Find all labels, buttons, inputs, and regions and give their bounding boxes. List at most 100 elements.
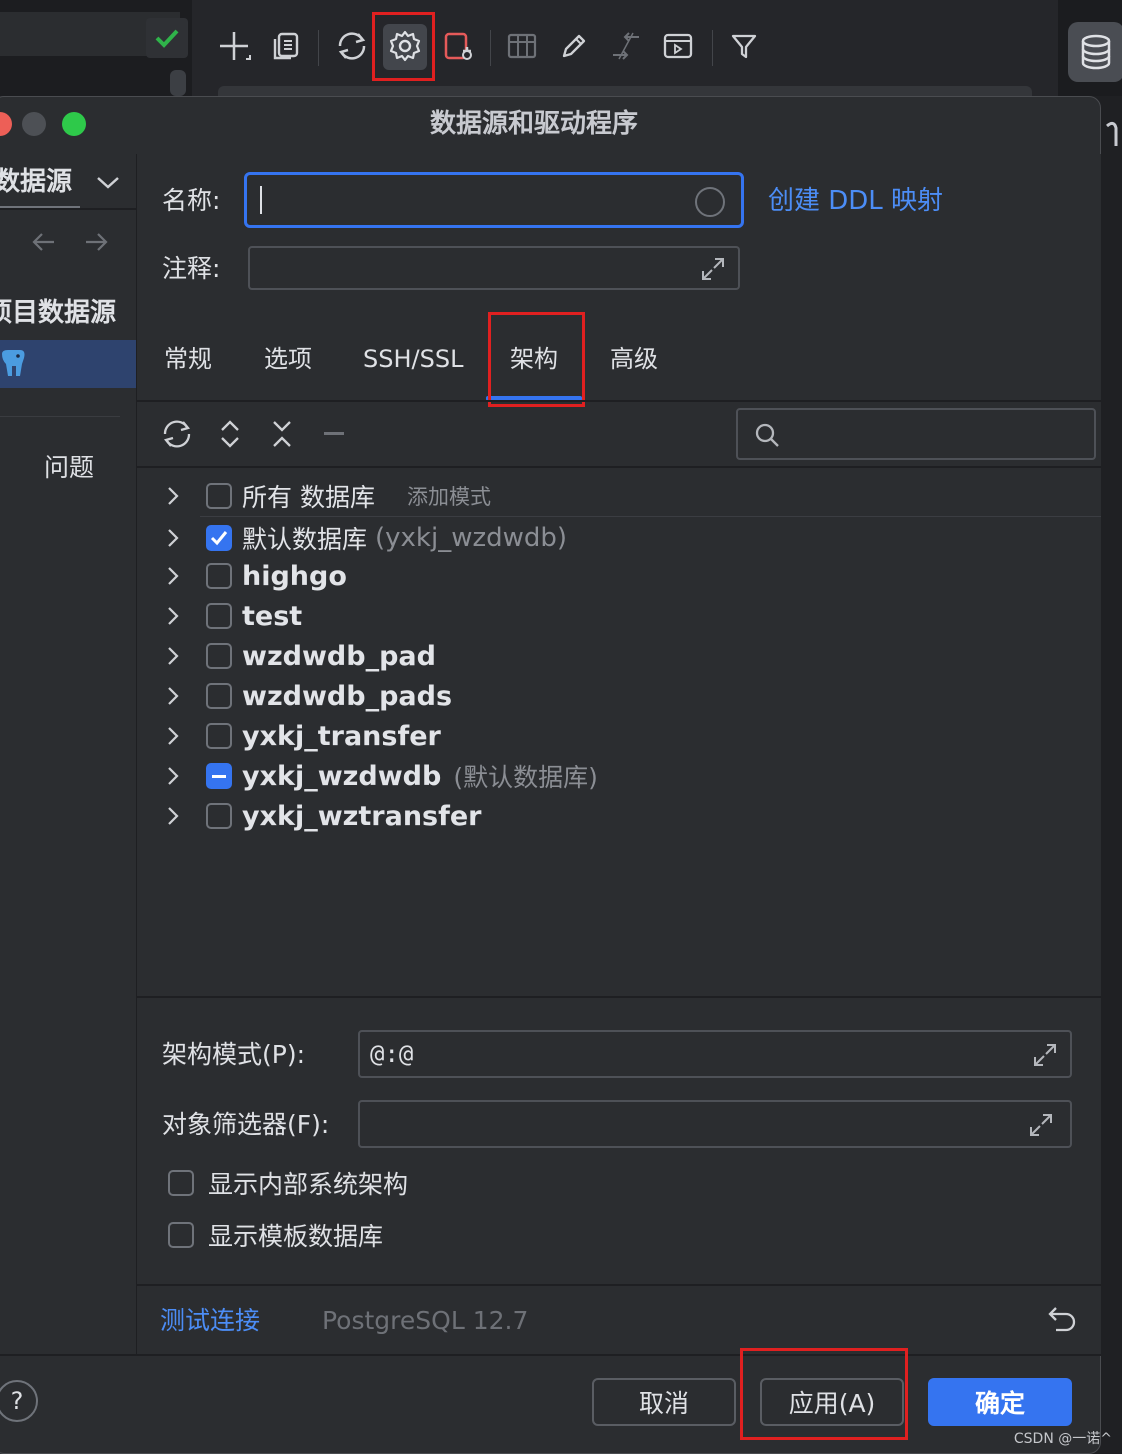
schema-name: yxkj_wztransfer <box>242 800 482 832</box>
editor-tab-strip <box>218 86 1032 96</box>
cancel-button[interactable]: 取消 <box>592 1378 736 1426</box>
create-ddl-mapping-link[interactable]: 创建 DDL 映射 <box>768 184 943 218</box>
expand-icon[interactable] <box>1028 1112 1054 1142</box>
comment-label: 注释: <box>162 254 221 283</box>
hook-icon <box>1104 120 1122 148</box>
schema-checkbox[interactable] <box>206 563 232 589</box>
schema-search-input[interactable] <box>736 408 1096 460</box>
show-internal-schemas-checkbox[interactable] <box>168 1170 194 1196</box>
schema-tree-row[interactable]: highgo <box>160 556 347 596</box>
tab-general[interactable]: 常规 <box>164 342 212 376</box>
text-cursor <box>260 186 262 214</box>
schema-tree-row[interactable]: yxkj_wztransfer <box>160 796 482 836</box>
expand-icon[interactable] <box>1032 1042 1058 1072</box>
chevron-right-icon[interactable] <box>160 723 186 749</box>
toolbar-separator <box>712 30 713 66</box>
postgresql-elephant-icon <box>0 348 28 382</box>
schema-tree-row[interactable]: 默认数据库 (yxkj_wzdwdb) <box>160 518 567 558</box>
chevron-right-icon[interactable] <box>160 803 186 829</box>
tree-header-divider <box>200 516 1101 517</box>
schema-pattern-input[interactable]: @:@ <box>358 1030 1072 1078</box>
schema-hint: 添加模式 <box>406 485 491 509</box>
color-circle-icon[interactable] <box>695 187 725 217</box>
test-connection-link[interactable]: 测试连接 <box>160 1304 260 1338</box>
chevron-right-icon[interactable] <box>160 525 186 551</box>
schema-name: wzdwdb_pad <box>242 640 436 672</box>
chevron-right-icon[interactable] <box>160 643 186 669</box>
console-icon[interactable] <box>658 26 698 66</box>
chevron-right-icon[interactable] <box>160 483 186 509</box>
schema-checkbox[interactable] <box>206 723 232 749</box>
schema-name: highgo <box>242 560 347 592</box>
commit-check-icon[interactable] <box>146 18 188 58</box>
table-icon <box>502 26 542 66</box>
schema-tree-row[interactable]: wzdwdb_pad <box>160 636 436 676</box>
name-label: 名称: <box>162 186 221 215</box>
chevron-right-icon[interactable] <box>160 603 186 629</box>
schema-checkbox[interactable] <box>206 683 232 709</box>
tab-advanced[interactable]: 高级 <box>610 342 658 376</box>
show-template-databases-checkbox[interactable] <box>168 1222 194 1248</box>
back-arrow-icon[interactable] <box>30 228 58 260</box>
schema-name: 默认数据库 <box>242 525 368 554</box>
schema-name: test <box>242 600 303 632</box>
driver-version: PostgreSQL 12.7 <box>322 1306 529 1335</box>
filter-icon[interactable] <box>724 26 764 66</box>
ok-button[interactable]: 确定 <box>928 1378 1072 1426</box>
schema-checkbox[interactable] <box>206 483 232 509</box>
add-icon[interactable] <box>214 26 254 66</box>
chevron-right-icon[interactable] <box>160 763 186 789</box>
object-filter-label: 对象筛选器(F): <box>162 1110 330 1139</box>
highlight-box-schemas-tab <box>488 312 585 407</box>
expand-all-icon[interactable] <box>216 418 244 454</box>
remove-icon <box>324 432 344 435</box>
schema-name: yxkj_transfer <box>242 720 441 752</box>
comment-input[interactable] <box>248 246 740 290</box>
sidebar-item-problems[interactable]: 问题 <box>44 450 94 486</box>
collapse-all-icon[interactable] <box>268 418 296 454</box>
chevron-right-icon[interactable] <box>160 563 186 589</box>
schema-tree-row[interactable]: wzdwdb_pads <box>160 676 452 716</box>
project-data-sources-label: 项目数据源 <box>0 298 117 328</box>
tree-bottom-divider <box>137 996 1101 998</box>
object-filter-input[interactable] <box>358 1100 1072 1148</box>
disconnect-icon[interactable] <box>438 26 478 66</box>
refresh-schemas-icon[interactable] <box>160 418 194 454</box>
schema-checkbox[interactable] <box>206 803 232 829</box>
sidebar-header[interactable]: 数据源 <box>0 164 72 200</box>
highlight-box-gear <box>372 12 435 81</box>
schema-tree-row[interactable]: 所有 数据库 添加模式 <box>160 476 491 516</box>
schema-tree-row[interactable]: yxkj_wzdwdb (默认数据库) <box>160 756 598 796</box>
copy-icon[interactable] <box>266 26 306 66</box>
schema-checkbox[interactable] <box>206 525 232 551</box>
tab-ssh-ssl[interactable]: SSH/SSL <box>363 342 463 376</box>
schema-pattern-label: 架构模式(P): <box>162 1040 306 1069</box>
bottom-divider <box>0 1354 1101 1356</box>
name-input[interactable] <box>244 172 744 228</box>
compare-icon <box>606 26 646 66</box>
schema-pattern-value: @:@ <box>370 1040 414 1068</box>
refresh-icon[interactable] <box>332 26 372 66</box>
tab-options[interactable]: 选项 <box>264 342 312 376</box>
schema-hint: (yxkj_wzdwdb) <box>375 523 568 553</box>
show-internal-schemas-label: 显示内部系统架构 <box>208 1170 409 1199</box>
schema-checkbox[interactable] <box>206 643 232 669</box>
schema-tree-row[interactable]: test <box>160 596 302 636</box>
expand-icon[interactable] <box>700 256 726 286</box>
footer-divider <box>137 1284 1101 1286</box>
chevron-down-icon[interactable] <box>94 170 122 198</box>
highlight-box-apply <box>740 1348 908 1440</box>
schema-checkbox[interactable] <box>206 763 232 789</box>
ide-scrollbar[interactable] <box>170 70 186 96</box>
database-tool-window-button[interactable] <box>1068 22 1122 82</box>
edit-icon[interactable] <box>554 26 594 66</box>
chevron-right-icon[interactable] <box>160 683 186 709</box>
schema-name: 所有 数据库 <box>242 483 375 512</box>
schema-checkbox[interactable] <box>206 603 232 629</box>
undo-icon[interactable] <box>1046 1304 1078 1338</box>
forward-arrow-icon[interactable] <box>82 228 110 260</box>
schema-hint: (默认数据库) <box>453 763 598 792</box>
sidebar-divider <box>0 416 120 417</box>
schema-tree-row[interactable]: yxkj_transfer <box>160 716 441 756</box>
toolbar-separator <box>490 30 491 66</box>
